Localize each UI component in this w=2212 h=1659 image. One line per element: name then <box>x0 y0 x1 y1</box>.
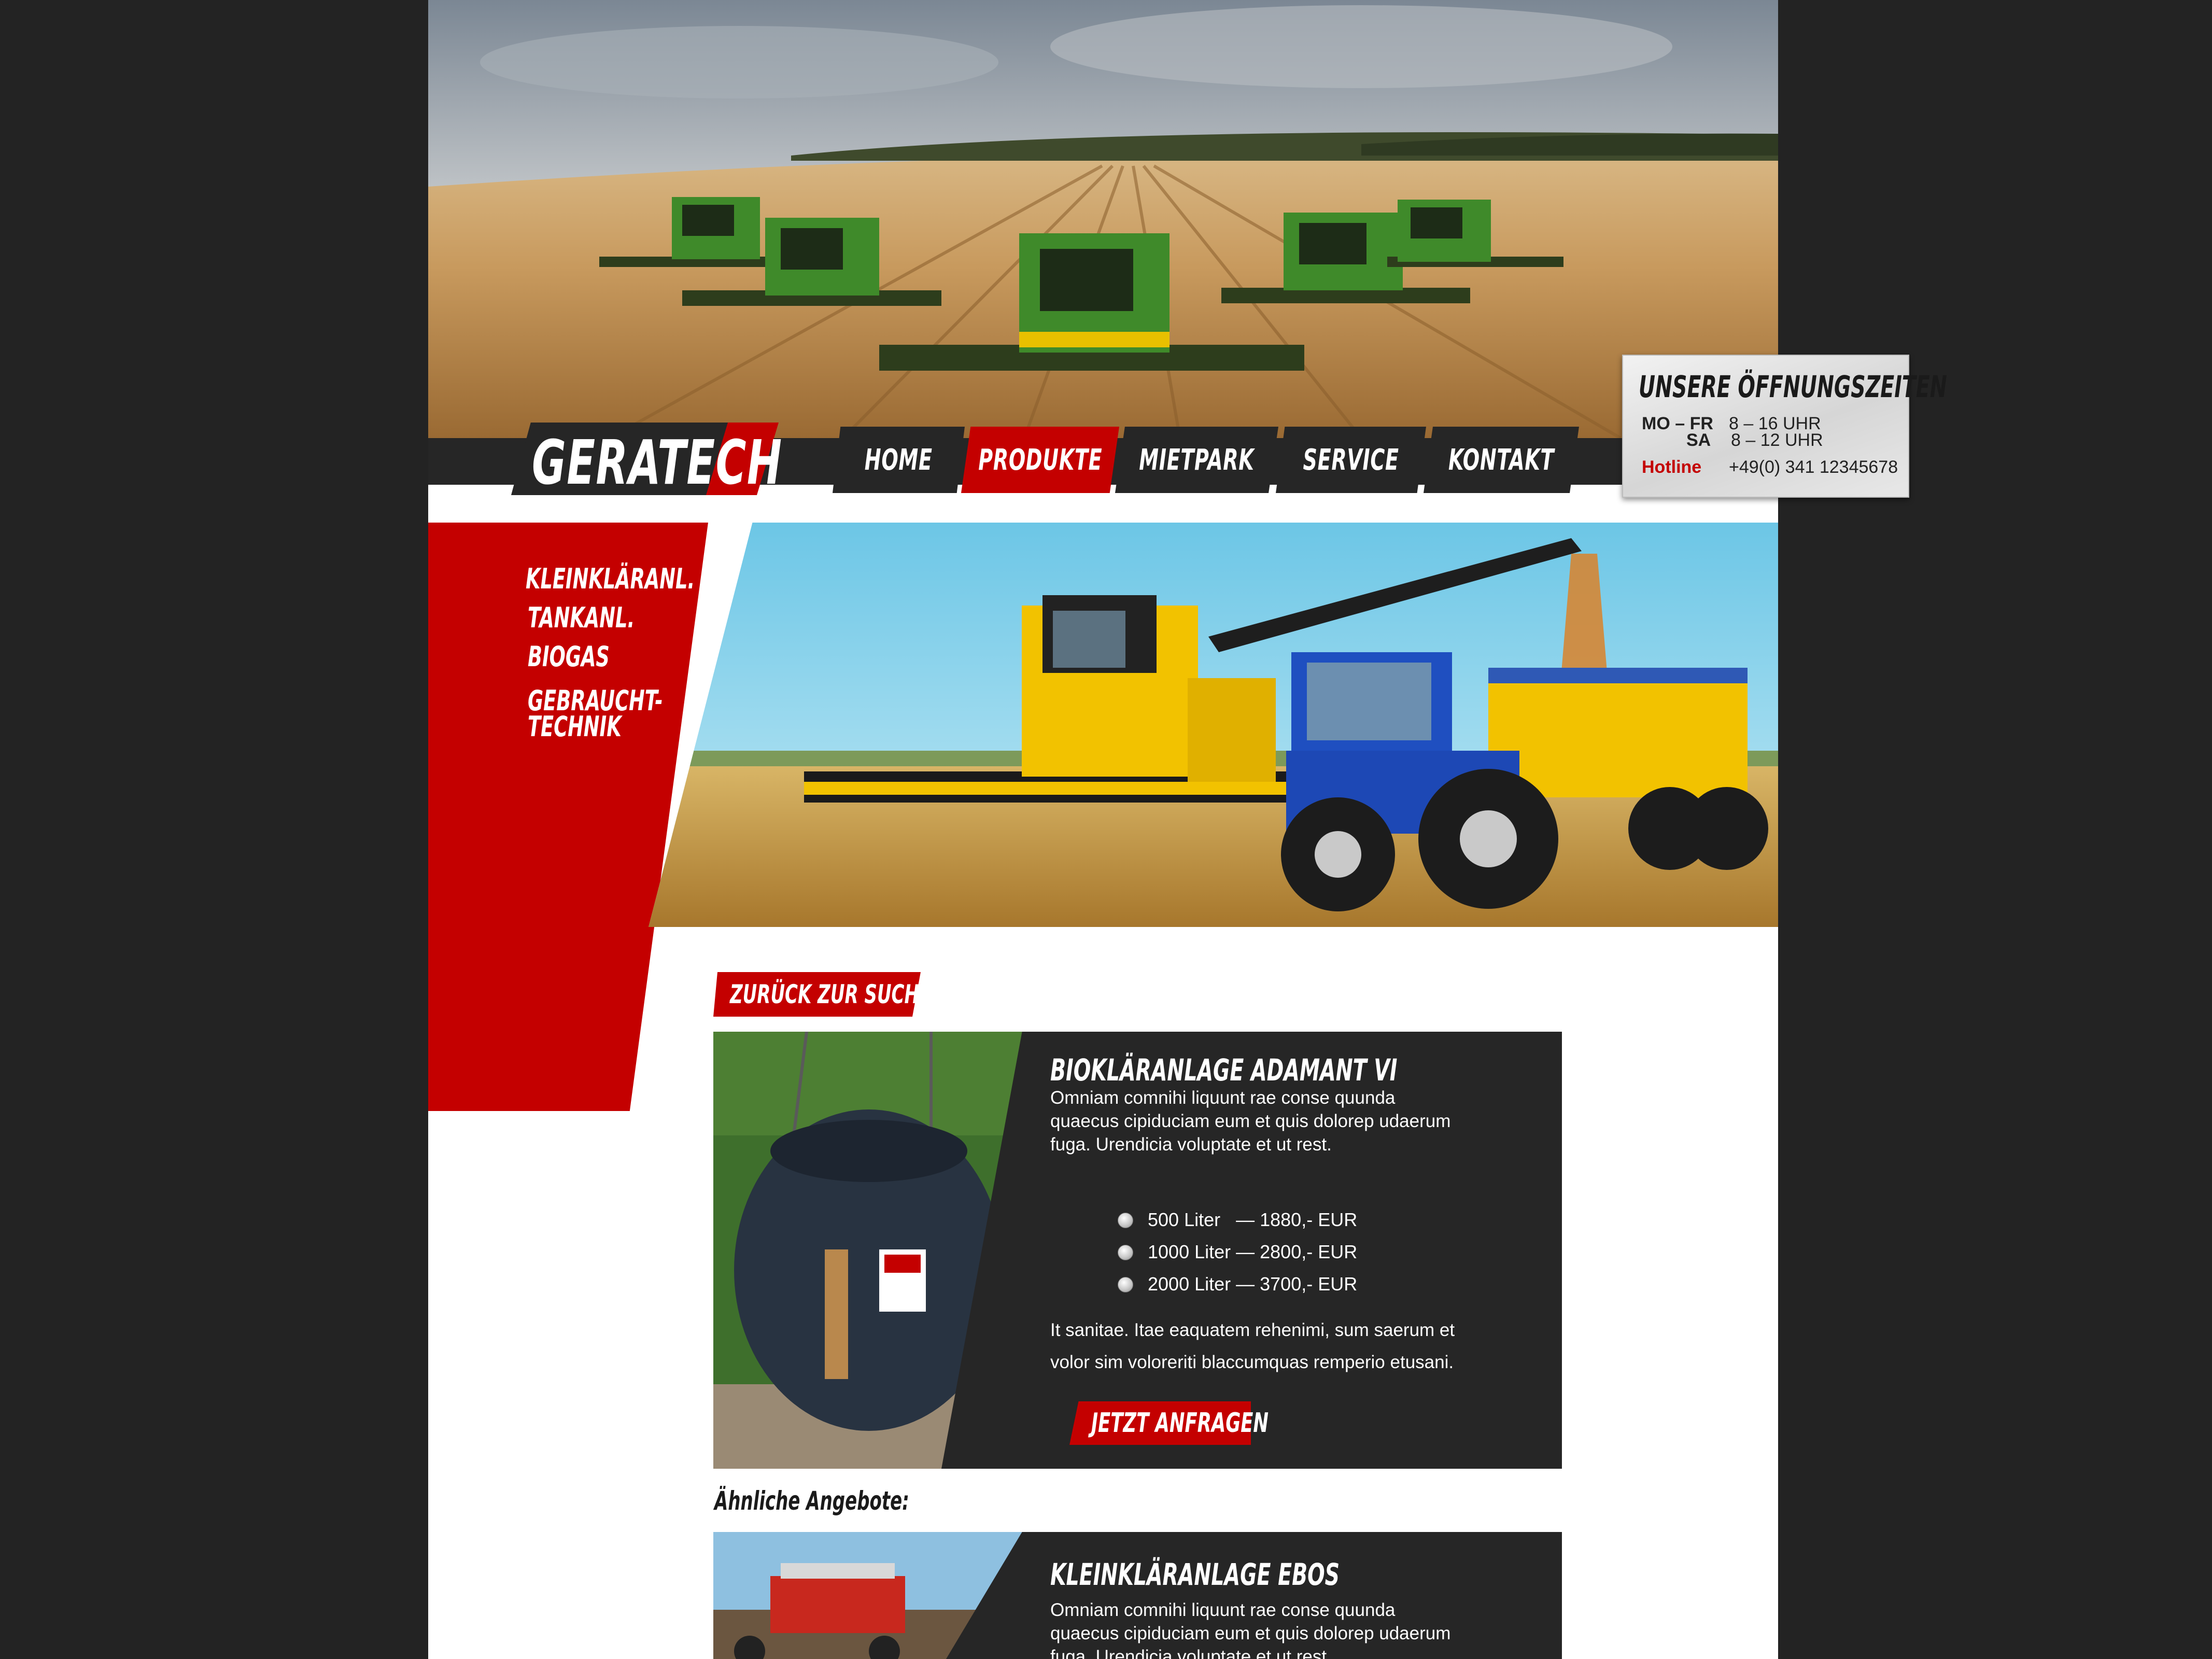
banner-tractor-image <box>649 523 1778 927</box>
sidebar-item-gebrauchttechnik-line2[interactable]: TECHNIK <box>528 713 622 741</box>
hours-day-saturday: SA <box>1686 430 1711 450</box>
inquire-now-button[interactable]: JETZT ANFRAGEN <box>1069 1401 1269 1445</box>
similar-offer-description: Omniam comnihi liquunt rae conse quunda … <box>1050 1598 1496 1659</box>
page: GERATECH HOME PRODUKTE MIETPARK SERVICE … <box>428 0 1778 1659</box>
similar-offer-card[interactable]: KLEINKLÄRANLAGE EBOS Omniam comnihi liqu… <box>713 1532 1562 1659</box>
option-label: 2000 Liter — 3700,- EUR <box>1148 1273 1358 1295</box>
nav-home-label: HOME <box>865 443 933 477</box>
sidebar-item-tankanlagen[interactable]: TANKANL. <box>528 604 635 632</box>
product-extra-line: volor sim voloreriti blaccumquas remperi… <box>1050 1352 1454 1372</box>
back-to-search-button[interactable]: ZURÜCK ZUR SUCHE <box>713 972 931 1017</box>
opening-hours-title: UNSERE ÖFFNUNGSZEITEN <box>1639 369 1947 404</box>
similar-offer-description-line: fuga. Urendicia voluptate et ut rest. <box>1050 1647 1332 1659</box>
product-extra-text: It sanitae. Itae eaquatem rehenimi, sum … <box>713 1314 1562 1372</box>
logo[interactable]: GERATECH <box>511 423 782 498</box>
opening-hours-box: UNSERE ÖFFNUNGSZEITEN MO – FR 8 – 16 UHR… <box>1622 355 1947 498</box>
similar-offer-description-line: quaecus cipiduciam eum et quis dolorep u… <box>1050 1623 1451 1643</box>
nav-mietpark-label: MIETPARK <box>1139 443 1255 477</box>
product-description-line: fuga. Urendicia voluptate et ut rest. <box>1050 1134 1332 1155</box>
similar-offer-description-line: Omniam comnihi liquunt rae conse quunda <box>1050 1600 1396 1620</box>
hotline-label: Hotline <box>1642 457 1702 477</box>
product-description-line: Omniam comnihi liquunt rae conse quunda <box>1050 1088 1396 1108</box>
nav-home[interactable]: HOME <box>833 427 965 493</box>
logo-text: GERATECH <box>532 427 783 498</box>
hours-time-saturday: 8 – 12 UHR <box>1731 430 1823 450</box>
nav-service[interactable]: SERVICE <box>1276 427 1426 493</box>
back-to-search-label: ZURÜCK ZUR SUCHE <box>730 979 932 1009</box>
nav-service-label: SERVICE <box>1303 443 1399 477</box>
product-description-line: quaecus cipiduciam eum et quis dolorep u… <box>1050 1111 1451 1131</box>
similar-offer-title: KLEINKLÄRANLAGE EBOS <box>1050 1557 1340 1592</box>
nav-kontakt-label: KONTAKT <box>1448 443 1555 477</box>
inquire-now-label: JETZT ANFRAGEN <box>1091 1408 1269 1439</box>
nav-mietpark[interactable]: MIETPARK <box>1115 427 1278 493</box>
product-description: Omniam comnihi liquunt rae conse quunda … <box>1050 1086 1496 1156</box>
nav-produkte-label: PRODUKTE <box>978 443 1103 477</box>
product-title: BIOKLÄRANLAGE ADAMANT VI <box>1050 1052 1398 1088</box>
nav-kontakt[interactable]: KONTAKT <box>1424 427 1579 493</box>
nav-produkte[interactable]: PRODUKTE <box>961 427 1119 493</box>
sidebar-item-kleinklaeranlagen[interactable]: KLEINKLÄRANL. <box>526 565 695 593</box>
hero-harvest-image <box>428 0 1778 438</box>
product-extra-line: It sanitae. Itae eaquatem rehenimi, sum … <box>1050 1320 1455 1340</box>
option-2000-liter[interactable]: 2000 Liter — 3700,- EUR <box>1097 1252 1357 1317</box>
similar-offers-heading: Ähnliche Angebote: <box>714 1486 909 1516</box>
sidebar-item-biogas[interactable]: BIOGAS <box>528 643 610 671</box>
hotline-number[interactable]: +49(0) 341 12345678 <box>1729 457 1898 477</box>
radio-button[interactable] <box>1118 1277 1134 1292</box>
